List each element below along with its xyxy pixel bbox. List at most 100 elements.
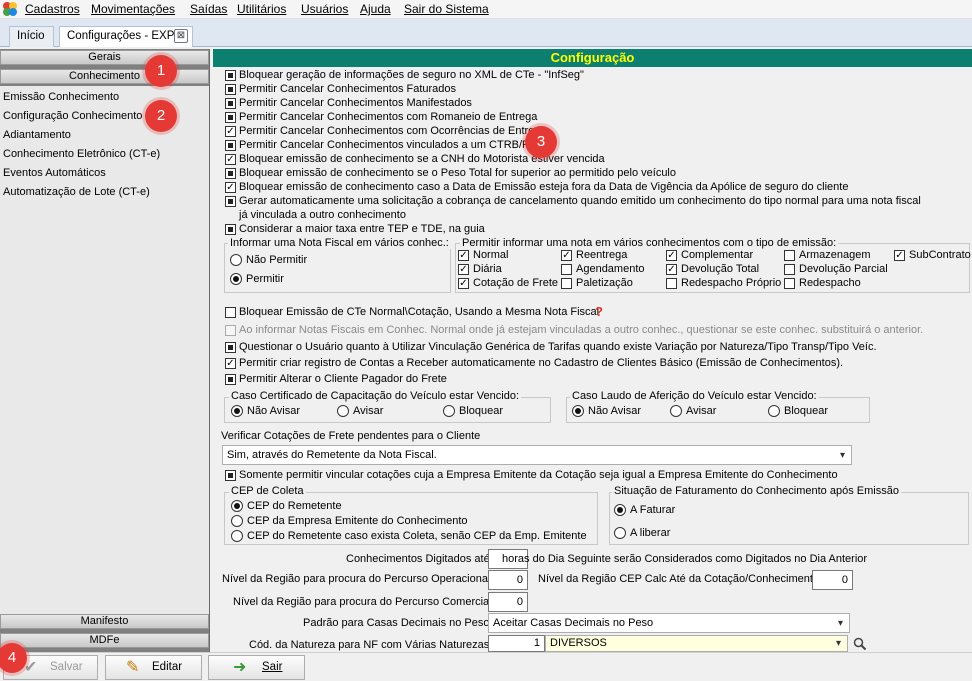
sidebar-item-cte[interactable]: Conhecimento Eletrônico (CT-e) [3,148,160,160]
tipo-checkbox-agendamento[interactable] [561,264,572,275]
tipo-checkbox-cotacao-frete[interactable]: ✓ [458,278,469,289]
tipo-checkbox-diaria[interactable]: ✓ [458,264,469,275]
option-checkbox[interactable] [225,84,236,95]
chevron-down-icon: ▾ [837,618,843,629]
edit-button[interactable]: ✎ Editar [105,655,202,680]
nf-radio-nao-permitir[interactable] [230,254,242,266]
ao-informar-label: Ao informar Notas Fiscais em Conhec. Nor… [239,324,924,336]
tipo-checkbox-complementar[interactable]: ✓ [666,250,677,261]
cert-radio-avisar[interactable] [337,405,349,417]
tipo-checkbox-paletizacao[interactable] [561,278,572,289]
ao-informar-checkbox [225,325,236,336]
fat-radio-a-faturar[interactable] [614,504,626,516]
option-checkbox[interactable] [225,374,236,385]
sidebar-item-automatizacao-lote[interactable]: Automatização de Lote (CT-e) [3,186,150,198]
help-icon[interactable]: ? [595,304,603,319]
nivel-oper-input[interactable]: 0 [488,570,528,590]
natureza-select[interactable]: DIVERSOS ▾ [545,635,848,652]
somente-vincular-label: Somente permitir vincular cotações cuja … [239,469,838,481]
option-checkbox[interactable] [225,98,236,109]
option-label: Permitir Cancelar Conhecimentos Faturado… [239,83,457,95]
menu-cadastros[interactable]: Cadastros [25,2,80,16]
option-checkbox[interactable]: ✓ [225,182,236,193]
laudo-radio-bloquear[interactable] [768,405,780,417]
tab-inicio[interactable]: Início [9,26,54,47]
cert-group-title: Caso Certificado de Capacitação do Veícu… [229,390,522,402]
search-icon[interactable] [853,637,867,651]
tipo-checkbox-redespacho[interactable] [784,278,795,289]
laudo-radio-nao-avisar[interactable] [572,405,584,417]
nf-group-title: Informar uma Nota Fiscal em vários conhe… [228,237,451,249]
sidebar-group-mdfe[interactable]: MDFe [0,633,209,648]
nivel-com-label: Nível da Região para procura do Percurso… [233,596,492,608]
tipo-checkbox-normal[interactable]: ✓ [458,250,469,261]
padrao-select[interactable]: Aceitar Casas Decimais no Peso ▾ [488,613,850,633]
option-label: Bloquear emissão de conhecimento se o Pe… [239,167,676,179]
tab-configuracoes[interactable]: Configurações - EXP [59,26,193,47]
cert-radio-nao-avisar[interactable] [231,405,243,417]
menu-ajuda[interactable]: Ajuda [360,2,391,16]
natureza-select-value: DIVERSOS [550,637,607,649]
tipo-label: Armazenagem [799,249,871,261]
tipo-label: Complementar [681,249,754,261]
bloquear-cte-checkbox[interactable] [225,307,236,318]
laudo-radio-avisar[interactable] [670,405,682,417]
sidebar-item-eventos-automaticos[interactable]: Eventos Automáticos [3,167,106,179]
tipo-label: Normal [473,249,509,261]
tipo-checkbox-devolucao-total[interactable]: ✓ [666,264,677,275]
fat-radio-a-liberar[interactable] [614,527,626,539]
cert-radio-label: Avisar [353,405,384,417]
option-checkbox[interactable] [225,168,236,179]
menu-saidas[interactable]: Saídas [190,2,227,16]
exit-button-label: Sair [262,661,283,673]
cep-radio-label: CEP do Remetente [247,500,342,512]
pencil-icon: ✎ [126,659,140,676]
sidebar-group-conhecimento[interactable]: Conhecimento [0,69,209,84]
menu-utilitarios[interactable]: Utilitários [237,2,286,16]
cep-radio-remetente[interactable] [231,500,243,512]
option-checkbox[interactable]: ✓ [225,154,236,165]
nivel-com-input[interactable]: 0 [488,592,528,612]
sidebar-group-gerais[interactable]: Gerais [0,50,209,65]
sidebar-item-adiantamento[interactable]: Adiantamento [3,129,71,141]
option-checkbox[interactable] [225,224,236,235]
option-checkbox[interactable] [225,140,236,151]
tipo-checkbox-subcontrato[interactable]: ✓ [894,250,905,261]
option-checkbox[interactable]: ✓ [225,126,236,137]
somente-vincular-checkbox[interactable] [225,470,236,481]
option-label: Questionar o Usuário quanto à Utilizar V… [239,341,877,353]
sidebar-item-configuracao-conhecimento[interactable]: Configuração Conhecimento [3,110,142,122]
menu-movimentacoes[interactable]: Movimentações [91,2,175,16]
option-checkbox[interactable] [225,112,236,123]
cep-radio-empresa[interactable] [231,515,243,527]
menu-sair-do-sistema[interactable]: Sair do Sistema [404,2,489,16]
menu-usuarios[interactable]: Usuários [301,2,348,16]
close-icon[interactable]: ⊠ [174,29,188,43]
nivel-cep-input[interactable]: 0 [812,570,853,590]
option-checkbox[interactable]: ✓ [225,358,236,369]
cep-radio-label: CEP da Empresa Emitente do Conhecimento [247,515,468,527]
tab-configuracoes-label: Configurações - EXP [67,30,175,42]
option-checkbox[interactable] [225,70,236,81]
option-checkbox[interactable] [225,342,236,353]
natureza-label: Cód. da Natureza para NF com Várias Natu… [249,639,490,651]
exit-button[interactable]: ➜ Sair [208,655,305,680]
natureza-code-input[interactable]: 1 [488,635,545,652]
option-label: Permitir criar registro de Contas a Rece… [239,357,844,369]
cotacoes-select[interactable]: Sim, através do Remetente da Nota Fiscal… [222,445,852,465]
tipo-checkbox-armazenagem[interactable] [784,250,795,261]
nf-radio-permitir[interactable] [230,273,242,285]
tipo-checkbox-devolucao-parcial[interactable] [784,264,795,275]
sidebar-group-manifesto[interactable]: Manifesto [0,614,209,629]
cep-radio-coleta[interactable] [231,530,243,542]
page-title: Configuração [213,49,972,67]
sidebar-item-emissao-conhecimento[interactable]: Emissão Conhecimento [3,91,119,103]
sidebar-list [0,86,209,614]
bloquear-cte-label: Bloquear Emissão de CTe Normal\Cotação, … [239,306,600,318]
cert-radio-bloquear[interactable] [443,405,455,417]
tipo-label: Paletização [576,277,633,289]
tipo-checkbox-redespacho-proprio[interactable] [666,278,677,289]
option-checkbox[interactable] [225,196,236,207]
laudo-radio-label: Avisar [686,405,717,417]
tipo-checkbox-reentrega[interactable]: ✓ [561,250,572,261]
